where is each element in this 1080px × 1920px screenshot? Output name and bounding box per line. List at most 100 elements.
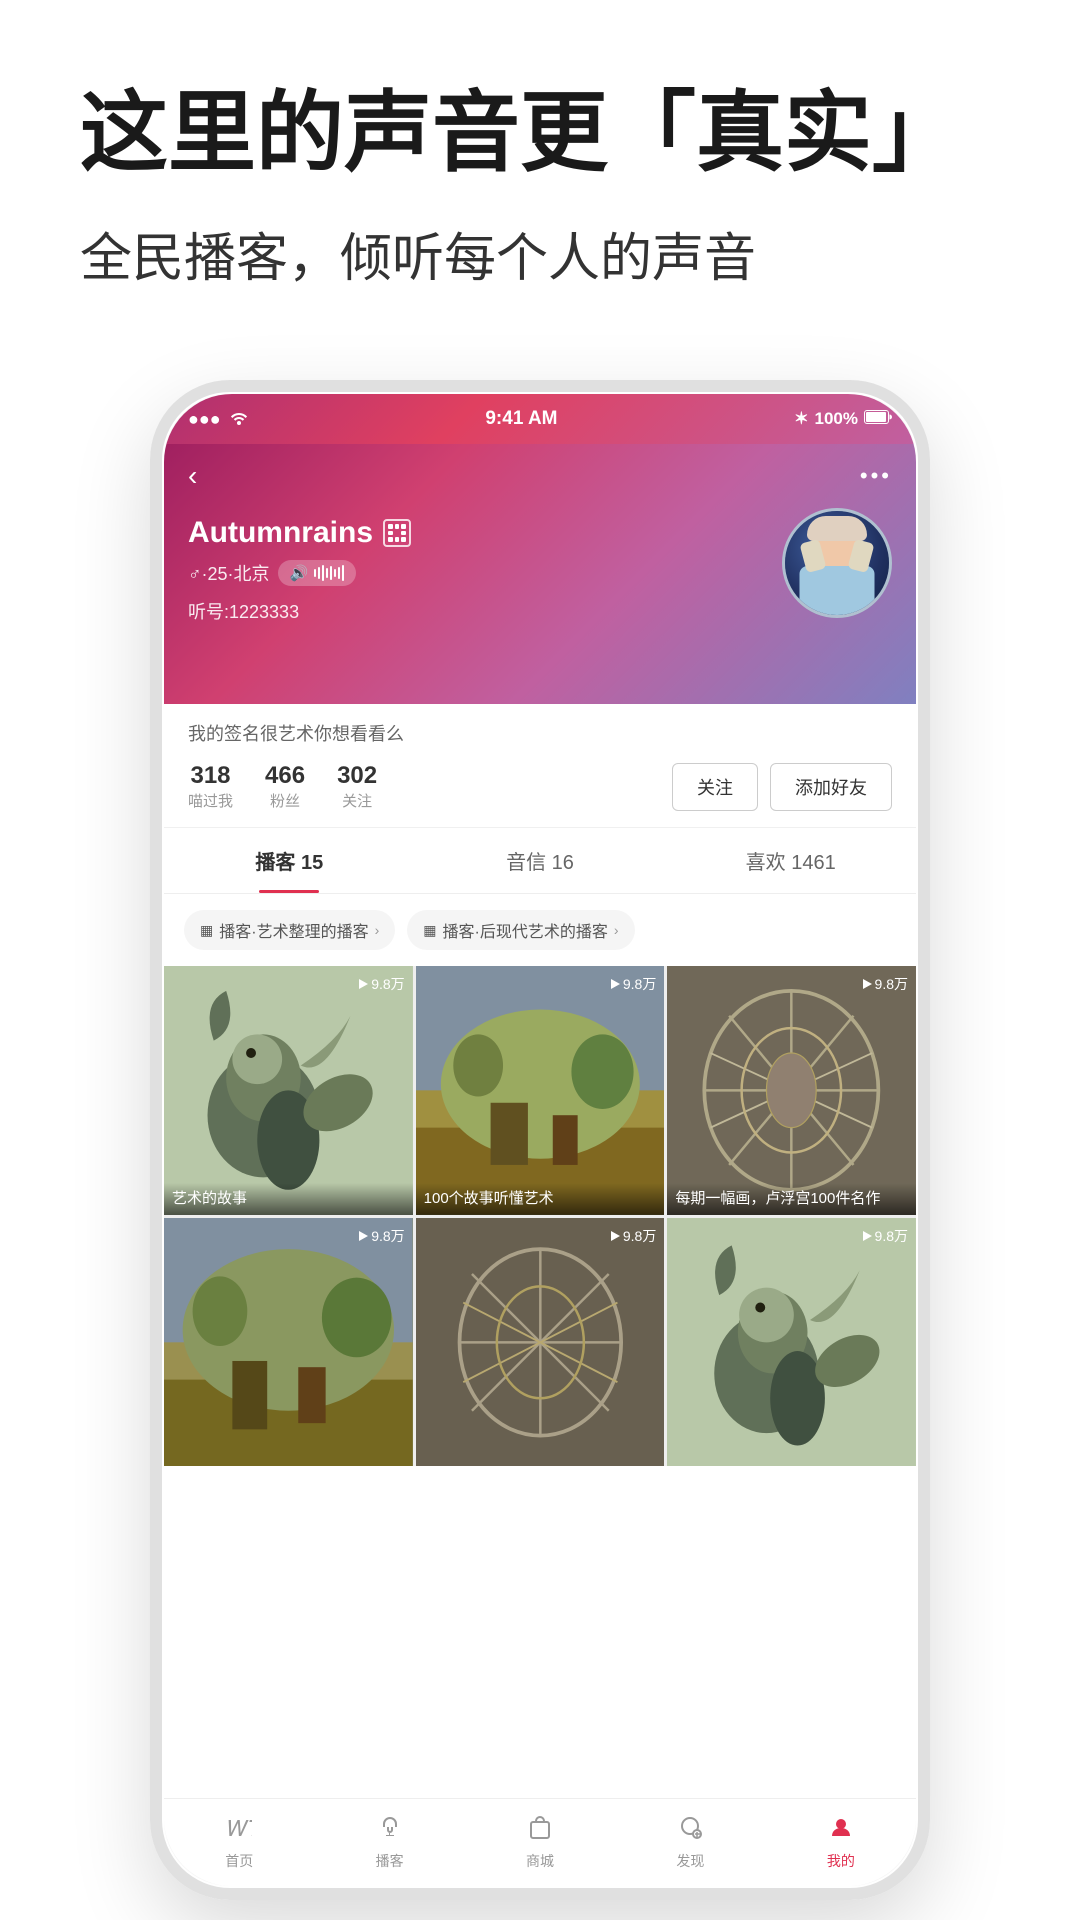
back-button[interactable]: ‹ [188,460,197,492]
stat-liked-me[interactable]: 318 喵过我 [188,762,233,811]
count-text-6: 9.8万 [875,1226,908,1246]
stat-number-fans: 466 [265,762,305,790]
wave-bar [326,568,328,578]
grid-item-5[interactable]: 9.8万 [416,1218,665,1467]
play-icon-5 [611,1231,620,1241]
qr-dot [401,537,406,542]
nav-label-home: 首页 [225,1851,253,1871]
profile-info: Autumnrains [188,508,766,624]
play-count-6: 9.8万 [863,1226,908,1246]
stats-row: 318 喵过我 466 粉丝 302 关注 关注 [188,762,892,811]
stat-fans[interactable]: 466 粉丝 [265,762,305,811]
signal-icon: ●●● [188,409,221,430]
qr-dot [395,531,400,536]
profile-meta: ♂·25·北京 🔊 [188,560,766,586]
qr-dot [401,524,406,529]
nav-label-shop: 商城 [526,1851,554,1871]
grid-item-4[interactable]: 9.8万 [164,1218,413,1467]
qr-icon[interactable] [383,519,411,547]
phone-mockup: ●●● 9:41 AM ✶ 100% [150,380,930,1900]
bio-text: 我的签名很艺术你想看看么 [188,720,892,746]
grid-title-3: 每期一幅画，卢浮宫100件名作 [667,1183,916,1215]
tag-label-art: 播客·艺术整理的播客 [219,918,368,942]
more-button[interactable]: ••• [860,463,892,489]
art-basket-svg [667,966,916,1215]
nav-item-discover[interactable]: 发现 [615,1814,765,1871]
bluetooth-icon: ✶ [794,409,808,429]
grid-item-1[interactable]: 9.8万 艺术的故事 [164,966,413,1215]
podcast-icon [377,1814,403,1847]
stat-label-following: 关注 [337,790,377,811]
stat-label-fans: 粉丝 [265,790,305,811]
category-tags: ▦ 播客·艺术整理的播客 › ▦ 播客·后现代艺术的播客 › [164,894,916,966]
avatar-body [800,566,875,615]
nav-bar: ‹ ••• [188,460,892,492]
tab-message[interactable]: 音信 16 [415,828,666,893]
wave-bar [334,569,336,577]
shop-icon [527,1814,553,1847]
tag-arrow-postmodern: › [614,922,619,938]
qr-dot [395,537,400,542]
me-icon [828,1814,854,1847]
tab-like[interactable]: 喜欢 1461 [665,828,916,893]
status-time: 9:41 AM [485,408,557,430]
stat-number-following: 302 [337,762,377,790]
art-squirrel2-svg [667,1218,916,1467]
wifi-icon [229,409,249,430]
grid-title-1: 艺术的故事 [164,1183,413,1215]
play-icon-1 [359,979,368,989]
grid-item-2[interactable]: 9.8万 100个故事听懂艺术 [416,966,665,1215]
action-buttons: 关注 添加好友 [672,763,892,811]
content-grid: 9.8万 艺术的故事 [164,966,916,1466]
category-tag-art[interactable]: ▦ 播客·艺术整理的播客 › [184,910,395,950]
follow-button[interactable]: 关注 [672,763,758,811]
battery-icon [864,409,892,429]
play-count-5: 9.8万 [611,1226,656,1246]
qr-dot [388,524,393,529]
wave-bar [318,567,320,579]
tab-podcast[interactable]: 播客 15 [164,828,415,893]
scroll-content: ‹ ••• Autumnrains [164,444,916,1798]
stat-label-liked: 喵过我 [188,790,233,811]
phone-inner: ●●● 9:41 AM ✶ 100% [164,394,916,1886]
tab-podcast-label: 播客 15 [255,852,323,874]
svg-text:𝑊𝑇𝑅: 𝑊𝑇𝑅 [228,1816,252,1840]
wave-bar [330,566,332,580]
grid-item-6[interactable]: 9.8万 [667,1218,916,1467]
qr-dot [401,531,406,536]
add-friend-button[interactable]: 添加好友 [770,763,892,811]
play-count-4: 9.8万 [359,1226,404,1246]
art-landscape-svg [416,966,665,1215]
nav-item-shop[interactable]: 商城 [465,1814,615,1871]
play-icon-6 [863,1231,872,1241]
tag-label-postmodern: 播客·后现代艺术的播客 [442,918,607,942]
count-text-3: 9.8万 [875,974,908,994]
status-right: ✶ 100% [794,409,892,429]
avatar [782,508,892,618]
nav-item-home[interactable]: 𝑊𝑇𝑅 首页 [164,1814,314,1871]
avatar-hair [807,516,867,541]
profile-name-row: Autumnrains [188,516,766,550]
tag-icon-postmodern: ▦ [423,922,436,939]
nav-label-discover: 发现 [676,1851,704,1871]
play-count-1: 9.8万 [359,974,404,994]
grid-title-2: 100个故事听懂艺术 [416,1183,665,1215]
nav-item-podcast[interactable]: 播客 [314,1814,464,1871]
profile-header: ‹ ••• Autumnrains [164,444,916,704]
voice-waves [314,565,344,581]
play-icon-3 [863,979,872,989]
page-background: 这里的声音更「真实」 全民播客，倾听每个人的声音 [0,0,1080,351]
stat-following[interactable]: 302 关注 [337,762,377,811]
nav-label-me: 我的 [827,1851,855,1871]
art-basket2-svg [416,1218,665,1467]
grid-item-3[interactable]: 9.8万 每期一幅画，卢浮宫100件名作 [667,966,916,1215]
wave-bar [338,567,340,579]
nav-item-me[interactable]: 我的 [766,1814,916,1871]
qr-dot [388,537,393,542]
voice-badge[interactable]: 🔊 [278,560,357,586]
tab-message-label: 音信 16 [506,852,574,874]
wave-bar [314,569,316,577]
profile-bio: 我的签名很艺术你想看看么 318 喵过我 466 粉丝 302 关注 [164,704,916,828]
tabs-row: 播客 15 音信 16 喜欢 1461 [164,828,916,894]
category-tag-postmodern[interactable]: ▦ 播客·后现代艺术的播客 › [407,910,634,950]
